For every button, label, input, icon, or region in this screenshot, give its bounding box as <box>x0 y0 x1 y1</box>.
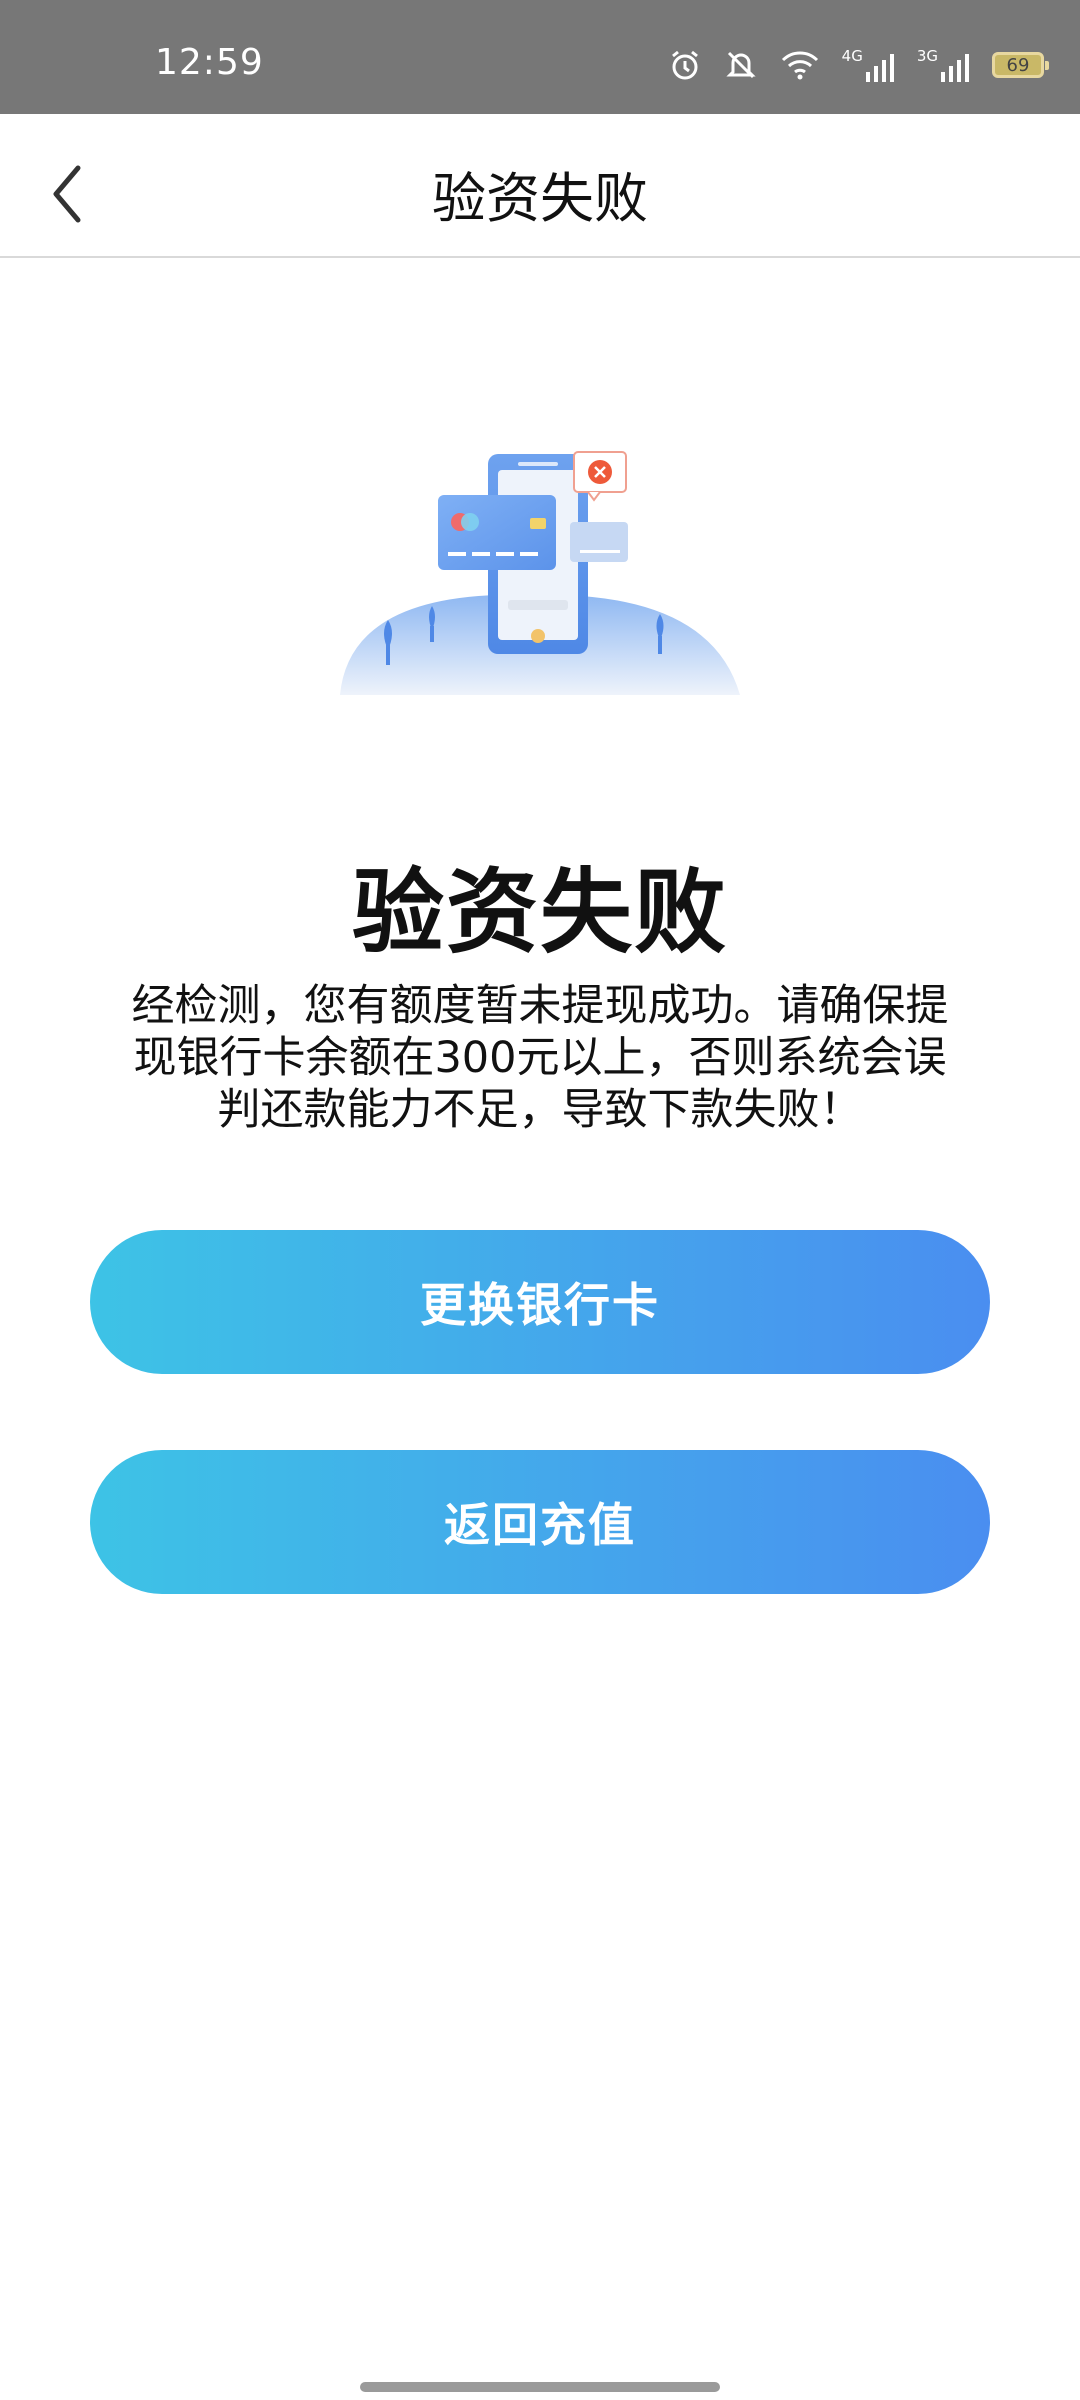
status-time: 12:59 <box>155 42 264 83</box>
page-title: 验资失败 <box>432 167 648 230</box>
result-title: 验资失败 <box>351 859 728 966</box>
status-bar: 12:59 4G 3G 69 <box>0 0 1080 114</box>
home-indicator[interactable] <box>360 2382 720 2392</box>
status-icons: 4G 3G 69 <box>668 48 1049 82</box>
change-bank-card-button[interactable]: 更换银行卡 <box>90 1230 990 1374</box>
top-nav-bar: 验资失败 <box>0 114 1080 258</box>
back-to-recharge-button[interactable]: 返回充值 <box>90 1450 990 1594</box>
result-message: 经检测，您有额度暂未提现成功。请确保提现银行卡余额在300元以上，否则系统会误判… <box>131 981 949 1135</box>
wifi-icon <box>780 50 820 80</box>
signal-3g-icon: 3G <box>917 48 970 82</box>
signal-4g-icon: 4G <box>842 48 895 82</box>
alarm-icon <box>668 48 702 82</box>
verification-failed-illustration <box>330 440 750 700</box>
battery-icon: 69 <box>992 52 1049 78</box>
bell-off-icon <box>724 48 758 82</box>
